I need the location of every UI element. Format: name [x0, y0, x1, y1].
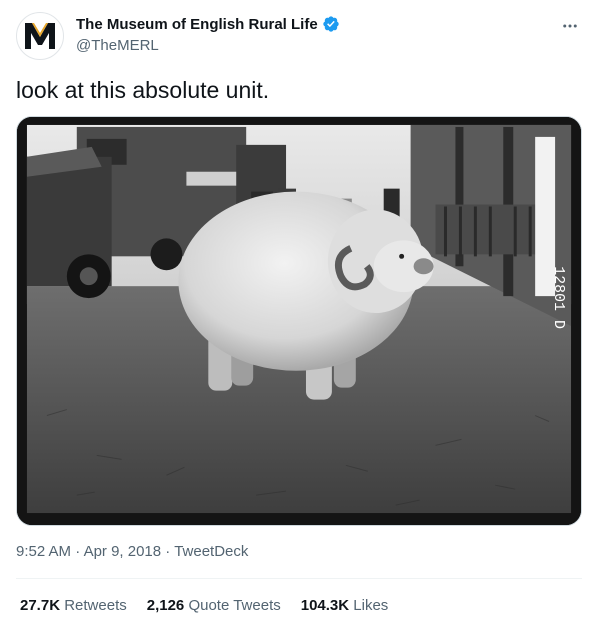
quote-tweets-count: 2,126 — [146, 597, 185, 614]
retweets-label: Retweets — [64, 597, 127, 614]
verified-badge-icon — [323, 16, 339, 32]
separator: · — [75, 543, 81, 560]
display-name[interactable]: The Museum of English Rural Life — [76, 16, 318, 33]
likes-stat[interactable]: 104.3K Likes — [301, 596, 389, 616]
more-options-icon[interactable] — [556, 12, 584, 40]
tweet-text: look at this absolute unit. — [16, 77, 270, 103]
tweet-meta: 9:52 AM · Apr 9, 2018 · TweetDeck — [16, 542, 248, 562]
likes-count: 104.3K — [300, 597, 350, 614]
avatar[interactable] — [16, 12, 64, 60]
more-options-glyph — [563, 24, 577, 28]
author-block: The Museum of English Rural Life @TheMER… — [76, 14, 340, 56]
retweets-stat[interactable]: 27.7K Retweets — [20, 596, 127, 616]
handle[interactable]: @TheMERL — [76, 37, 340, 56]
divider — [16, 578, 582, 579]
tweet: The Museum of English Rural Life @TheMER… — [0, 0, 598, 630]
quote-tweets-label: Quote Tweets — [188, 597, 281, 614]
name-row: The Museum of English Rural Life — [76, 14, 340, 34]
retweets-count: 27.7K — [20, 597, 61, 614]
tweet-date[interactable]: Apr 9, 2018 — [84, 543, 162, 560]
ram-photo: 12801 D — [17, 117, 581, 525]
quote-tweets-stat[interactable]: 2,126 Quote Tweets — [147, 596, 281, 616]
tweet-photo[interactable]: 12801 D — [16, 116, 582, 526]
separator: · — [165, 543, 171, 560]
tweet-source[interactable]: TweetDeck — [174, 543, 248, 560]
tweet-time[interactable]: 9:52 AM — [16, 543, 71, 560]
engagement-stats: 27.7K Retweets 2,126 Quote Tweets 104.3K… — [20, 596, 388, 616]
merl-m-logo-icon — [25, 23, 55, 49]
photo-inscription: 12801 D — [550, 266, 566, 329]
likes-label: Likes — [353, 597, 389, 614]
